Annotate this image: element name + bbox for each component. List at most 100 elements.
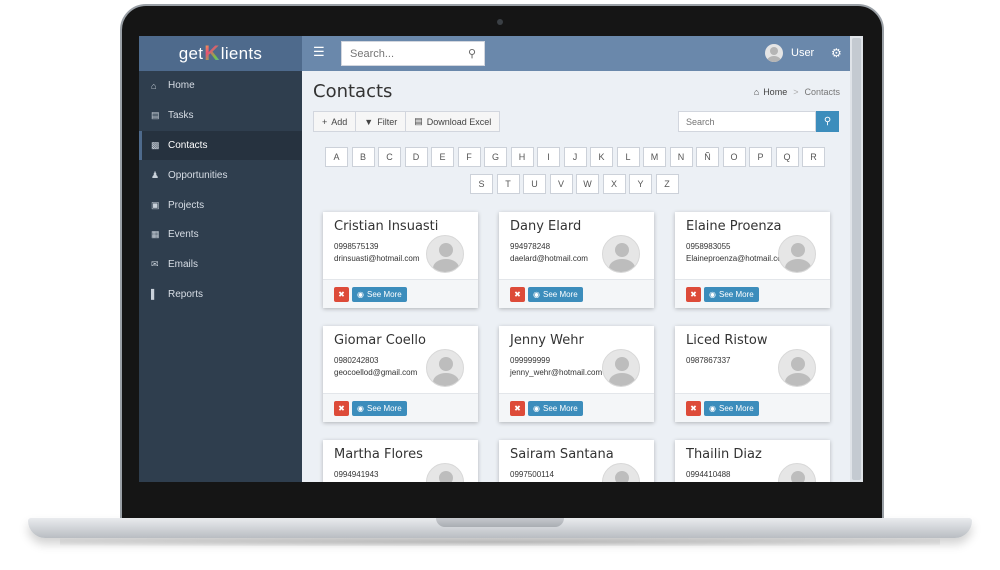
contact-avatar (778, 235, 816, 273)
see-more-button[interactable]: ◉ See More (528, 286, 583, 302)
contact-card: Cristian Insuasti 0998575139 drinsuasti@… (323, 212, 478, 308)
letter-filter[interactable]: E (431, 147, 454, 167)
letter-filter[interactable]: V (549, 174, 573, 194)
app-logo[interactable]: get Klients (139, 36, 302, 71)
see-more-label: See More (718, 403, 754, 413)
letter-filter[interactable]: H (510, 147, 534, 167)
header-search-input[interactable] (350, 47, 460, 60)
user-menu[interactable]: User (765, 44, 814, 62)
search-icon[interactable]: ⚲ (468, 47, 476, 60)
sidebar-item-reports[interactable]: ▌ Reports (139, 280, 302, 310)
sidebar-item-label: Projects (168, 199, 205, 211)
download-excel-button[interactable]: ▤ Download Excel (405, 111, 501, 132)
letter-filter[interactable]: Q (775, 147, 799, 167)
letter-filter[interactable]: U (523, 174, 546, 194)
letter-filter[interactable]: F (457, 147, 481, 167)
eye-icon: ◉ (709, 403, 716, 413)
breadcrumb-current: Contacts (804, 87, 840, 97)
contact-avatar (426, 235, 464, 273)
card-footer: ✖ ◉ See More (323, 393, 478, 422)
search-icon: ⚲ (823, 116, 832, 127)
sidebar-item-contacts[interactable]: ▩ Contacts (139, 130, 302, 161)
contact-phone: 099999999 (510, 356, 551, 365)
letter-filter[interactable]: J (563, 147, 587, 167)
eye-icon: ◉ (357, 403, 364, 413)
contact-card: Martha Flores 0994941943 ✖ ◉See More (323, 440, 478, 482)
sidebar-item-tasks[interactable]: ▤ Tasks (139, 101, 302, 131)
sidebar-item-opportunities[interactable]: ♟ Opportunities (139, 160, 302, 190)
letter-filter[interactable]: S (470, 174, 493, 194)
contact-card: Jenny Wehr 099999999 jenny_wehr@hotmail.… (499, 326, 654, 422)
letter-filter[interactable]: W (576, 174, 599, 194)
letter-filter[interactable]: R (802, 147, 825, 167)
trash-icon: ✖ (514, 403, 521, 413)
contact-search-button[interactable]: ⚲ (816, 111, 839, 132)
breadcrumb: ⌂ Home > Contacts (754, 87, 840, 97)
top-navbar: ☰ ⚲ User ⚙ (302, 36, 850, 71)
sidebar-item-label: Emails (168, 259, 199, 271)
sidebar-item-emails[interactable]: ✉ Emails (139, 250, 302, 280)
contact-avatar (426, 349, 464, 387)
letter-filter[interactable]: K (590, 147, 613, 167)
filter-button[interactable]: ▼ Filter (355, 111, 407, 132)
letter-filter[interactable]: Z (655, 174, 679, 194)
delete-button[interactable]: ✖ (334, 286, 349, 302)
letter-filter[interactable]: L (616, 147, 640, 167)
contact-name: Cristian Insuasti (334, 219, 439, 234)
breadcrumb-separator: > (793, 87, 799, 97)
see-more-button[interactable]: ◉ See More (352, 286, 407, 302)
see-more-button[interactable]: ◉ See More (528, 400, 583, 416)
app-screen: getKlients ☰ ⚲ User ⚙ ⌂ Home ▤ Tasks ▩ C… (139, 36, 863, 482)
trash-icon: ✖ (338, 403, 345, 413)
webcam (497, 19, 503, 25)
letter-filter[interactable]: D (404, 147, 428, 167)
contact-card: Dany Elard 994978248 daelard@hotmail.com… (499, 212, 654, 308)
letter-filter[interactable]: N (669, 147, 693, 167)
contact-phone: 0994941943 (334, 470, 379, 479)
breadcrumb-home[interactable]: Home (763, 87, 787, 97)
letter-filter[interactable]: M (643, 147, 666, 167)
see-more-button[interactable]: ◉ See More (352, 400, 407, 416)
letter-filter[interactable]: C (378, 147, 401, 167)
delete-button[interactable]: ✖ (510, 400, 525, 416)
letter-filter[interactable]: X (602, 174, 626, 194)
contact-name: Thailin Diaz (686, 447, 762, 462)
letter-filter[interactable]: Y (629, 174, 652, 194)
tasks-icon: ▤ (151, 110, 160, 121)
gear-icon[interactable]: ⚙ (831, 46, 842, 60)
page-scrollbar[interactable] (850, 36, 863, 482)
add-button[interactable]: + Add (313, 111, 357, 132)
delete-button[interactable]: ✖ (334, 400, 349, 416)
contacts-icon: ▩ (151, 139, 160, 150)
sidebar-item-label: Opportunities (168, 169, 228, 181)
see-more-button[interactable]: ◉ See More (704, 400, 759, 416)
sidebar-item-projects[interactable]: ▣ Projects (139, 190, 302, 220)
delete-button[interactable]: ✖ (686, 400, 701, 416)
letter-filter[interactable]: T (496, 174, 520, 194)
delete-button[interactable]: ✖ (686, 286, 701, 302)
opportunities-icon: ♟ (151, 169, 160, 180)
contact-actions: + Add ▼ Filter ▤ Download Excel (313, 111, 501, 132)
letter-filter[interactable]: G (484, 147, 507, 167)
trash-icon: ✖ (690, 403, 697, 413)
header-search: ⚲ (341, 41, 485, 66)
see-more-button[interactable]: ◉ See More (704, 286, 759, 302)
letter-filter[interactable]: B (351, 147, 375, 167)
letter-filter[interactable]: I (537, 147, 560, 167)
sidebar-item-events[interactable]: ▦ Events (139, 220, 302, 250)
download-label: Download Excel (426, 116, 492, 127)
letter-filter[interactable]: A (325, 147, 348, 167)
contact-card: Giomar Coello 0980242803 geocoellod@gmai… (323, 326, 478, 422)
sidebar-item-home[interactable]: ⌂ Home (139, 71, 302, 101)
logo-k-mark: K (204, 41, 220, 65)
letter-filter[interactable]: O (722, 147, 746, 167)
delete-button[interactable]: ✖ (510, 286, 525, 302)
eye-icon: ◉ (533, 289, 540, 299)
letter-filter[interactable]: P (749, 147, 772, 167)
hamburger-icon[interactable]: ☰ (313, 44, 325, 60)
letter-filter[interactable]: Ñ (696, 147, 719, 167)
contact-phone: 0997500114 (510, 470, 554, 479)
see-more-label: See More (366, 289, 402, 299)
contact-search-input[interactable] (678, 111, 816, 132)
scrollbar-thumb[interactable] (852, 38, 861, 480)
